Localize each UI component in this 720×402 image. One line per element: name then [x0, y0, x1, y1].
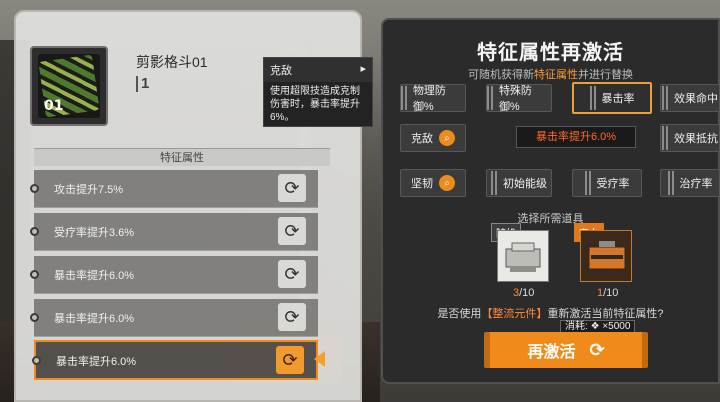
- trait-label: 攻击提升7.5%: [54, 184, 124, 196]
- trait-dot-icon: [32, 356, 41, 365]
- trait-label: 暴击率提升6.0%: [56, 356, 137, 368]
- trait-dot-icon: [30, 184, 39, 193]
- trait-row[interactable]: 受疗率提升3.6% ⟳: [30, 213, 318, 251]
- trait-dot-icon: [30, 227, 39, 236]
- reactivate-button[interactable]: 再激活 ⟳: [484, 332, 648, 368]
- selected-value-display: 暴击率提升6.0%: [516, 126, 636, 148]
- reroll-icon[interactable]: ⟳: [278, 260, 306, 288]
- trait-dot-icon: [30, 270, 39, 279]
- bracket-icon: [487, 86, 493, 110]
- attr-button-initial-energy[interactable]: 初始能级: [486, 169, 552, 197]
- trait-row[interactable]: 暴击率提升6.0% ⟳: [30, 299, 318, 337]
- attr-button-effect-hit[interactable]: 效果命中: [660, 84, 720, 112]
- bracket-icon: [662, 126, 668, 150]
- trait-row[interactable]: 暴击率提升6.0% ⟳: [30, 256, 318, 294]
- trait-row[interactable]: 攻击提升7.5% ⟳: [30, 170, 318, 208]
- bracket-icon: [491, 171, 497, 195]
- attr-button-tenacity[interactable]: 坚韧 ⌕: [400, 169, 466, 197]
- attr-button-healing-rate[interactable]: 治疗率: [660, 169, 720, 197]
- selection-arrow-icon: [314, 351, 325, 367]
- bracket-icon: [401, 86, 407, 110]
- attr-button-healing-received[interactable]: 受疗率: [572, 169, 642, 197]
- panel-subtitle: 可随机获得新特征属性并进行替换: [468, 69, 633, 81]
- item-card-number: 01: [44, 98, 64, 114]
- panel-title: 特征属性再激活: [477, 42, 624, 64]
- bracket-icon: [662, 86, 668, 110]
- attr-button-effect-resist[interactable]: 效果抵抗: [660, 124, 720, 152]
- item-card[interactable]: 01: [30, 46, 108, 126]
- confirm-question: 是否使用【整流元件】重新激活当前特征属性?: [437, 308, 664, 320]
- directed-item-count: 1/10: [597, 287, 619, 299]
- tooltip-body: 使用超限技造成克制伤害时，暴击率提升6%。: [270, 86, 360, 123]
- reroll-icon[interactable]: ⟳: [276, 346, 304, 374]
- reroll-icon[interactable]: ⟳: [278, 303, 306, 331]
- printer-icon: [505, 242, 541, 272]
- refresh-icon: ⟳: [589, 339, 605, 360]
- attr-button-special-def[interactable]: 特殊防御%: [486, 84, 552, 113]
- trait-label: 受疗率提升3.6%: [54, 227, 135, 239]
- tooltip-title: 克敌: [270, 65, 292, 77]
- random-item-slot[interactable]: [497, 230, 549, 282]
- bracket-icon: [667, 171, 674, 195]
- toolbox-icon: [588, 241, 626, 270]
- attr-button-phys-def[interactable]: 物理防御%: [400, 84, 466, 113]
- trait-dot-icon: [30, 313, 39, 322]
- trait-row-selected[interactable]: 暴击率提升6.0% ⟳: [32, 340, 318, 380]
- directed-item-slot[interactable]: [580, 230, 632, 282]
- reroll-icon[interactable]: ⟳: [278, 174, 306, 202]
- bracket-icon: [584, 171, 591, 195]
- item-level: 1: [136, 76, 149, 92]
- item-name: 剪影格斗01: [136, 54, 208, 70]
- bracket-icon: [589, 86, 596, 110]
- search-icon[interactable]: ⌕: [439, 130, 455, 146]
- trait-label: 暴击率提升6.0%: [54, 313, 135, 325]
- trait-tooltip: 克敌 ▸ 使用超限技造成克制伤害时，暴击率提升6%。: [263, 57, 373, 127]
- trait-label: 暴击率提升6.0%: [54, 270, 135, 282]
- attr-button-nemesis[interactable]: 克敌 ⌕: [400, 124, 466, 152]
- reactivate-button-label: 再激活: [527, 344, 576, 361]
- random-item-count: 3/10: [513, 287, 535, 299]
- chevron-right-icon: ▸: [360, 63, 366, 75]
- reroll-icon[interactable]: ⟳: [278, 217, 306, 245]
- search-icon[interactable]: ⌕: [439, 175, 455, 191]
- traits-header: 特征属性: [34, 148, 330, 166]
- items-label: 选择所需道具: [517, 213, 584, 225]
- reactivation-panel: 特征属性再激活 可随机获得新特征属性并进行替换: [381, 18, 720, 384]
- currency-icon: ❖: [590, 321, 600, 332]
- attr-button-crit-rate[interactable]: 暴击率: [572, 82, 652, 114]
